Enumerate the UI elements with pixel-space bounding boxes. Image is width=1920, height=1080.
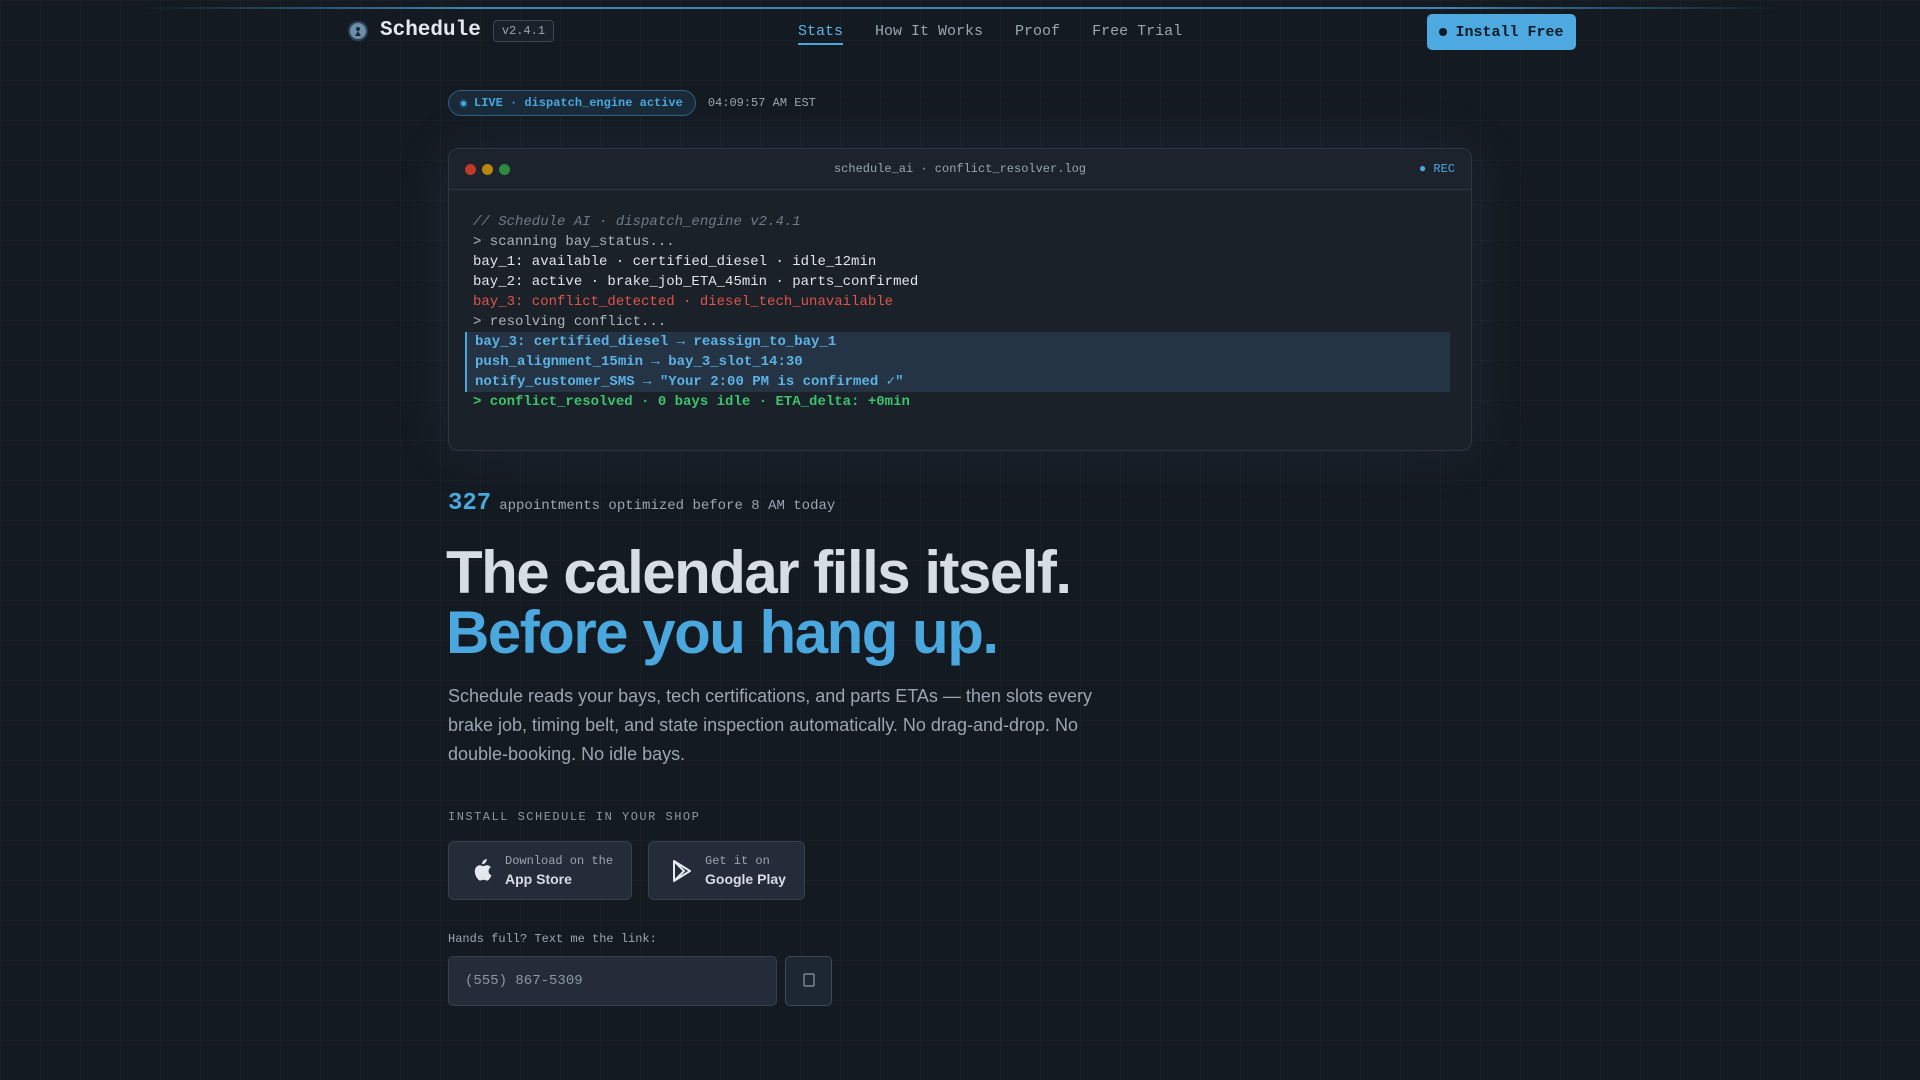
brand-name: Schedule	[380, 19, 481, 42]
log-line-resolved: > conflict_resolved · 0 bays idle · ETA_…	[473, 394, 910, 410]
send-icon	[802, 972, 815, 990]
live-label: LIVE · dispatch_engine active	[474, 96, 683, 110]
stat-label: appointments optimized before 8 AM today	[499, 498, 836, 514]
log-line-fix-reassign: bay_3: certified_diesel → reassign_to_ba…	[475, 334, 837, 350]
log-line-bay1: bay_1: available · certified_diesel · id…	[473, 254, 877, 270]
app-store-button[interactable]: Download on the App Store	[448, 841, 632, 900]
log-line-bay2: bay_2: active · brake_job_ETA_45min · pa…	[473, 274, 919, 290]
rec-indicator: ● REC	[1418, 162, 1455, 176]
google-play-icon	[671, 859, 693, 883]
nav-links: Stats How It Works Proof Free Trial	[798, 23, 1214, 45]
app-store-big-text: App Store	[505, 870, 572, 887]
nav-link-stats[interactable]: Stats	[798, 23, 844, 45]
log-line-comment: // Schedule AI · dispatch_engine v2.4.1	[473, 214, 801, 230]
google-play-text: Get it on Google Play	[705, 853, 786, 889]
nav-link-how-it-works[interactable]: How It Works	[875, 23, 983, 45]
nav-link-proof[interactable]: Proof	[1015, 23, 1060, 45]
live-badge: LIVE · dispatch_engine active	[448, 90, 696, 116]
nav-link-free-trial[interactable]: Free Trial	[1092, 23, 1182, 45]
sms-label: Hands full? Text me the link:	[448, 932, 657, 946]
terminal-window: schedule_ai · conflict_resolver.log ● RE…	[448, 148, 1472, 451]
app-store-small-text: Download on the	[505, 853, 614, 868]
phone-input[interactable]	[448, 956, 777, 1006]
stat-row: 327 appointments optimized before 8 AM t…	[448, 490, 835, 517]
top-nav: Schedule v2.4.1 Stats How It Works Proof…	[0, 9, 1920, 54]
google-play-big-text: Google Play	[705, 870, 786, 887]
live-dot-icon	[459, 98, 468, 108]
dot-icon	[1439, 28, 1448, 36]
version-badge: v2.4.1	[492, 19, 555, 42]
terminal-header: schedule_ai · conflict_resolver.log ● RE…	[449, 149, 1471, 190]
logo-icon	[348, 20, 368, 41]
log-line-fix-push: push_alignment_15min → bay_3_slot_14:30	[475, 354, 803, 370]
hero-headline-accent: Before you hang up.	[446, 599, 999, 666]
google-play-button[interactable]: Get it on Google Play	[648, 841, 805, 900]
install-section-label: INSTALL SCHEDULE IN YOUR SHOP	[448, 810, 701, 824]
log-line-bay3-conflict: bay_3: conflict_detected · diesel_tech_u…	[473, 294, 894, 310]
hero-headline: The calendar fills itself.	[446, 539, 1072, 606]
live-status-row: LIVE · dispatch_engine active 04:09:57 A…	[448, 90, 816, 116]
hero-paragraph: Schedule reads your bays, tech certifica…	[448, 686, 1092, 764]
resolution-block: bay_3: certified_diesel → reassign_to_ba…	[465, 332, 1450, 392]
send-link-button[interactable]	[785, 956, 832, 1006]
log-line-scan: > scanning bay_status...	[473, 234, 675, 250]
install-free-button[interactable]: Install Free	[1427, 14, 1576, 50]
app-store-text: Download on the App Store	[505, 853, 613, 889]
brand[interactable]: Schedule v2.4.1	[348, 19, 555, 42]
apple-icon	[471, 859, 493, 883]
terminal-title: schedule_ai · conflict_resolver.log	[833, 162, 1087, 176]
stat-number: 327	[448, 490, 492, 517]
live-time: 04:09:57 AM EST	[707, 96, 816, 110]
log-line-resolving: > resolving conflict...	[473, 314, 667, 330]
log-line-fix-notify: notify_customer_SMS → "Your 2:00 PM is c…	[475, 374, 904, 390]
google-play-small-text: Get it on	[705, 853, 770, 868]
install-free-label: Install Free	[1455, 23, 1564, 41]
terminal-body: // Schedule AI · dispatch_engine v2.4.1 …	[449, 190, 1471, 412]
